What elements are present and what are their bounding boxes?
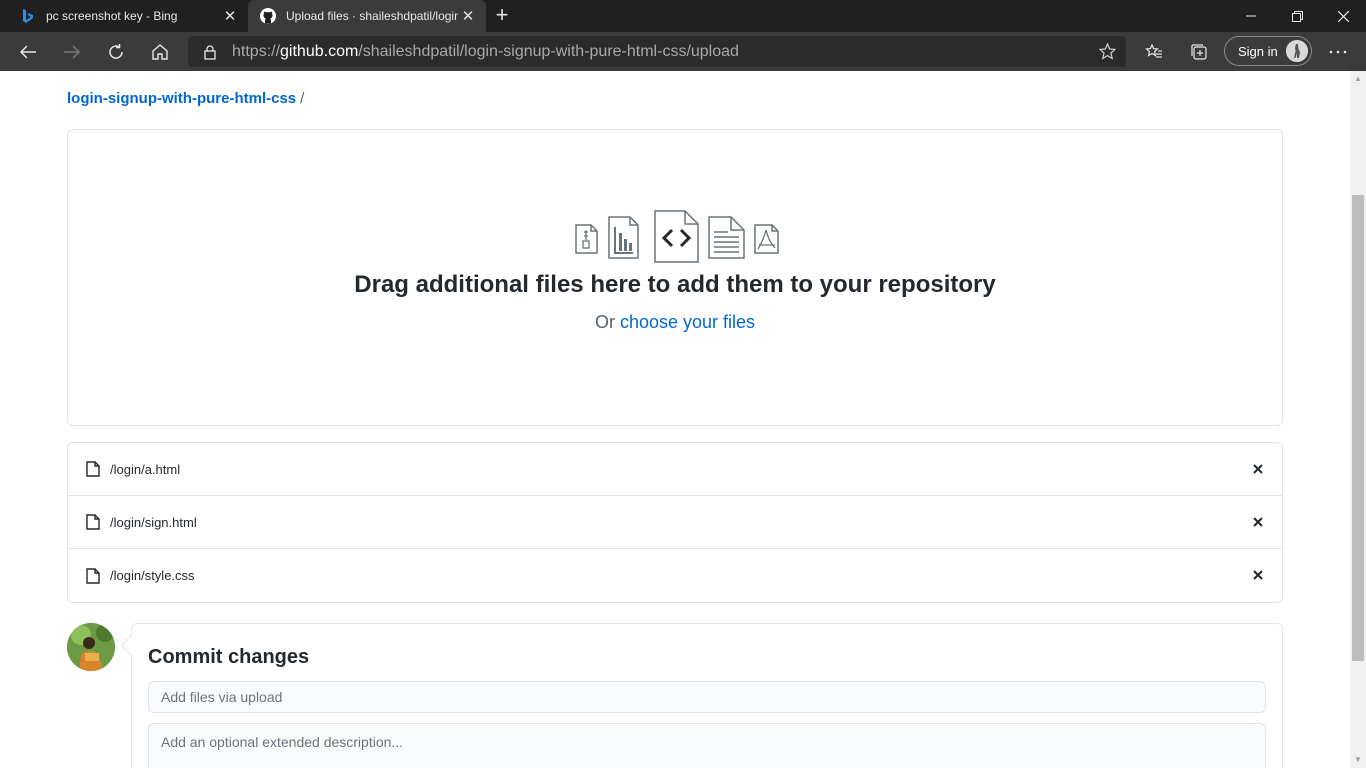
file-name: /login/sign.html [110,514,197,530]
sign-in-button[interactable]: Sign in [1224,36,1312,66]
profile-avatar [1286,40,1308,62]
file-name: /login/style.css [110,568,195,583]
scroll-up-icon[interactable]: ▲ [1350,71,1366,87]
user-avatar [67,623,115,671]
tab-title: pc screenshot key - Bing [46,9,178,23]
url-text: https://github.com/shaileshdpatil/login-… [232,42,739,60]
more-menu-icon[interactable] [1322,36,1354,68]
repo-link[interactable]: login-signup-with-pure-html-css [67,90,296,107]
forward-icon[interactable] [56,36,88,68]
home-icon[interactable] [144,36,176,68]
tab-title: Upload files · shaileshdpatil/login-sign… [286,9,458,23]
collections-icon[interactable] [1183,36,1215,68]
sign-in-label: Sign in [1238,43,1278,59]
window-close-icon[interactable] [1320,0,1366,32]
browser-tab-bar: pc screenshot key - Bing ✕ Upload files … [0,0,1366,32]
file-types-icon [575,210,779,263]
browser-toolbar: https://github.com/shaileshdpatil/login-… [0,32,1366,71]
choose-files-link[interactable]: choose your files [620,312,755,332]
file-row: /login/sign.html [68,496,1282,549]
new-tab-icon[interactable]: + [490,4,514,28]
bing-icon [20,8,36,24]
page-scrollbar[interactable]: ▲ ▼ [1350,71,1366,768]
breadcrumb-separator: / [300,90,305,107]
zip-file-icon [575,224,598,254]
remove-file-icon[interactable] [1250,461,1266,477]
file-icon [86,514,100,530]
page-content: login-signup-with-pure-html-css / Drag a… [0,71,1350,768]
remove-file-icon[interactable] [1250,567,1266,583]
pdf-file-icon [754,224,779,254]
commit-title: Commit changes [148,646,310,668]
tab-github-upload[interactable]: Upload files · shaileshdpatil/login-sign… [248,0,486,32]
close-tab-icon[interactable]: ✕ [458,6,478,26]
uploaded-file-list: /login/a.html /login/sign.html /login/st… [67,442,1283,603]
document-file-icon [708,216,745,259]
dropzone-prefix: Or [594,312,615,332]
minimize-icon[interactable] [1228,0,1274,32]
breadcrumb: login-signup-with-pure-html-css / [67,90,304,107]
favorites-icon[interactable] [1138,36,1170,68]
commit-summary-input[interactable]: Add files via upload [148,681,1266,713]
commit-description-input[interactable]: Add an optional extended description... [148,723,1266,768]
address-bar[interactable]: https://github.com/shaileshdpatil/login-… [188,36,1126,67]
file-dropzone[interactable]: Drag additional files here to add them t… [67,129,1283,426]
dropzone-title: Drag additional files here to add them t… [354,271,996,298]
restore-icon[interactable] [1274,0,1320,32]
code-file-icon [654,210,699,263]
file-icon [86,461,100,477]
back-icon[interactable] [12,36,44,68]
scroll-down-icon[interactable]: ▼ [1350,752,1366,768]
commit-form: Commit changes Add files via upload Add … [131,623,1283,768]
favorite-star-icon[interactable] [1099,43,1116,60]
remove-file-icon[interactable] [1250,514,1266,530]
scroll-thumb[interactable] [1352,195,1364,661]
file-row: /login/a.html [68,443,1282,496]
lock-icon [204,44,216,60]
github-icon [260,8,276,24]
refresh-icon[interactable] [100,36,132,68]
file-icon [86,567,100,584]
close-tab-icon[interactable]: ✕ [220,6,240,26]
chart-file-icon [608,216,639,259]
tab-bing[interactable]: pc screenshot key - Bing ✕ [8,0,248,32]
file-name: /login/a.html [110,461,181,477]
dropzone-subtitle: Or choose your files [68,312,1282,333]
file-row: /login/style.css [68,549,1282,602]
